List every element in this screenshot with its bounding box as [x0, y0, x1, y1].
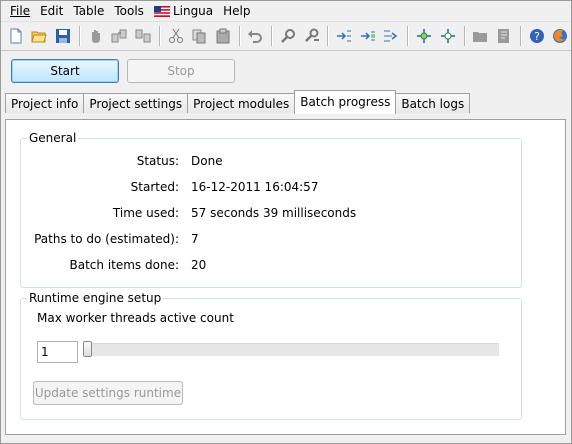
open-folder-icon[interactable]: [29, 25, 51, 47]
batch-items-done-row: Batch items done: 20: [21, 258, 521, 274]
general-group-title: General: [27, 131, 79, 145]
started-label: Started:: [130, 180, 179, 194]
firefox-icon[interactable]: [549, 25, 571, 47]
time-used-row: Time used: 57 seconds 39 milliseconds: [21, 206, 521, 222]
cut-icon[interactable]: [165, 25, 187, 47]
status-value: Done: [191, 154, 223, 168]
time-used-label: Time used:: [112, 206, 179, 220]
paths-todo-row: Paths to do (estimated): 7: [21, 232, 521, 248]
us-flag-icon: [153, 5, 170, 17]
toolbar: ?: [1, 21, 571, 51]
batch-progress-panel: General Status: Done Started: 16-12-2011…: [5, 119, 566, 435]
paths-todo-label: Paths to do (estimated):: [34, 232, 179, 246]
batch-items-done-value: 20: [191, 258, 207, 272]
tab-project-settings[interactable]: Project settings: [83, 93, 189, 113]
merge-icon[interactable]: [437, 25, 459, 47]
paths-todo-value: 7: [191, 232, 199, 246]
menu-file-label: File: [10, 4, 31, 18]
help-icon[interactable]: ?: [526, 25, 548, 47]
toolbar-separator: [78, 26, 80, 46]
threads-count-input[interactable]: 1: [37, 341, 78, 363]
toolbar-separator: [238, 26, 240, 46]
find-replace-icon[interactable]: [301, 25, 323, 47]
status-row: Status: Done: [21, 154, 521, 170]
copy-icon[interactable]: [188, 25, 210, 47]
toolbar-separator: [463, 26, 465, 46]
threads-slider-thumb[interactable]: [83, 341, 92, 357]
menu-tools-label: Tools: [114, 4, 144, 18]
split-icon[interactable]: [413, 25, 435, 47]
threads-label: Max worker threads active count: [37, 311, 234, 325]
menu-table-label: Table: [73, 4, 105, 18]
tab-batch-logs[interactable]: Batch logs: [395, 93, 471, 113]
batch-items-done-label: Batch items done:: [69, 258, 179, 272]
started-value: 16-12-2011 16:04:57: [191, 180, 319, 194]
append-icon[interactable]: [381, 25, 403, 47]
menu-tools[interactable]: Tools: [109, 1, 149, 21]
copy-rows-icon[interactable]: [108, 25, 130, 47]
menu-edit-label: Edit: [40, 4, 64, 18]
svg-text:?: ?: [534, 30, 540, 43]
update-settings-button: Update settings runtime: [33, 381, 183, 405]
insert-row-icon[interactable]: [333, 25, 355, 47]
menu-file[interactable]: File: [5, 1, 35, 21]
start-button[interactable]: Start: [11, 59, 119, 83]
status-label: Status:: [136, 154, 179, 168]
menu-table[interactable]: Table: [68, 1, 109, 21]
tab-project-info[interactable]: Project info: [5, 93, 85, 113]
menu-help-label: Help: [223, 4, 251, 18]
find-icon[interactable]: [277, 25, 299, 47]
tab-project-modules[interactable]: Project modules: [187, 93, 296, 113]
time-used-value: 57 seconds 39 milliseconds: [191, 206, 357, 220]
paste-rows-icon[interactable]: [132, 25, 154, 47]
hand-icon[interactable]: [85, 25, 107, 47]
menu-edit[interactable]: Edit: [35, 1, 68, 21]
tab-strip: Project info Project settings Project mo…: [1, 90, 571, 114]
toolbar-separator: [519, 26, 521, 46]
new-file-icon[interactable]: [5, 25, 27, 47]
toolbar-separator: [271, 26, 273, 46]
toolbar-separator: [158, 26, 160, 46]
notes-icon[interactable]: [493, 25, 515, 47]
toolbar-separator: [327, 26, 329, 46]
paste-icon[interactable]: [212, 25, 234, 47]
started-row: Started: 16-12-2011 16:04:57: [21, 180, 521, 196]
toolbar-separator: [407, 26, 409, 46]
menu-lingua[interactable]: Lingua: [149, 1, 218, 21]
menu-lingua-label: Lingua: [172, 4, 214, 18]
runtime-group: Runtime engine setup Max worker threads …: [20, 291, 522, 420]
app-window: File Edit Table Tools Lingua Help ? Star…: [0, 0, 572, 444]
menu-help[interactable]: Help: [218, 1, 255, 21]
general-group: General Status: Done Started: 16-12-2011…: [20, 131, 522, 288]
run-controls: Start Stop: [1, 51, 571, 91]
menu-bar: File Edit Table Tools Lingua Help: [1, 1, 571, 21]
threads-slider-track[interactable]: [83, 343, 499, 356]
undo-icon[interactable]: [245, 25, 267, 47]
save-icon[interactable]: [52, 25, 74, 47]
runtime-group-title: Runtime engine setup: [27, 291, 164, 305]
stop-button: Stop: [127, 59, 235, 83]
tab-batch-progress[interactable]: Batch progress: [294, 90, 397, 114]
insert-col-icon[interactable]: [357, 25, 379, 47]
folder-icon[interactable]: [470, 25, 492, 47]
